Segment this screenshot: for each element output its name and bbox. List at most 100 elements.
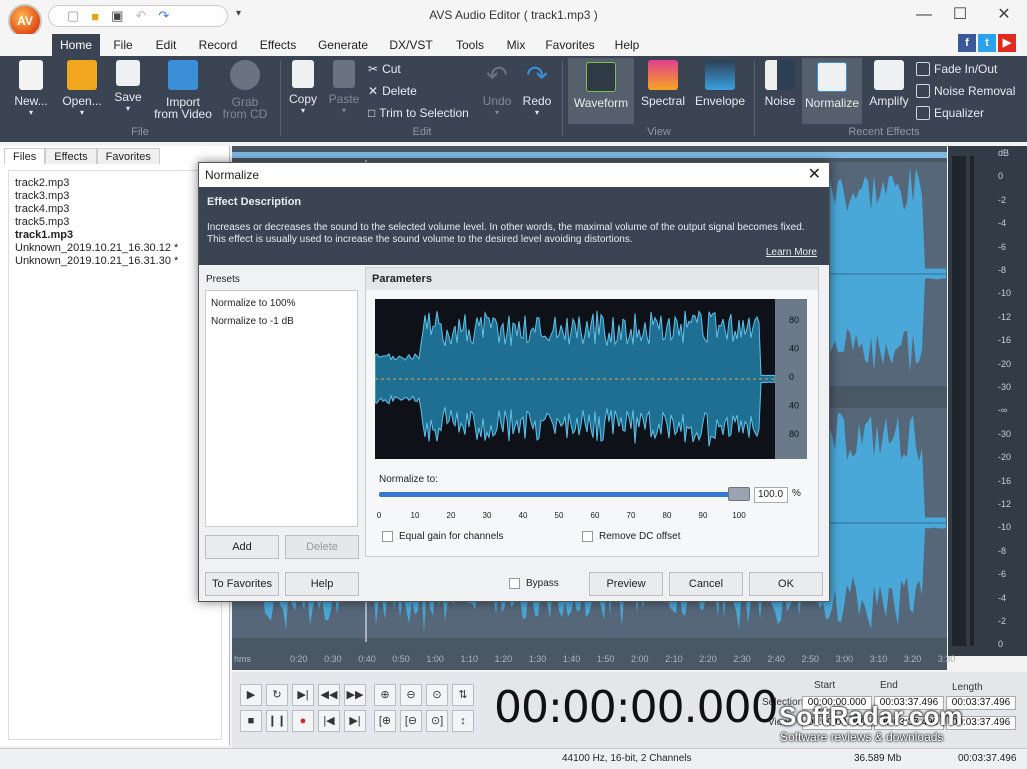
remove-dc-label: Remove DC offset — [599, 531, 681, 542]
tab-help[interactable]: Help — [610, 34, 644, 56]
noise-removal-button[interactable]: Noise Removal — [916, 84, 1015, 98]
ruler-tick-label: 3:20 — [903, 654, 922, 664]
tab-edit[interactable]: Edit — [148, 34, 184, 56]
normalize-slider[interactable] — [379, 492, 739, 497]
youtube-icon[interactable]: ▶ — [998, 34, 1016, 52]
cancel-button[interactable]: Cancel — [669, 572, 743, 596]
tab-files[interactable]: Files — [4, 148, 46, 164]
play-icon[interactable]: ▶ — [240, 684, 262, 706]
remove-dc-checkbox[interactable]: Remove DC offset — [582, 531, 681, 542]
delete-button[interactable]: ✕ Delete — [368, 84, 417, 98]
close-icon[interactable]: ✕ — [986, 4, 1022, 26]
new-button[interactable]: New... ▾ — [10, 60, 52, 117]
db-tick-label: -10 — [998, 288, 1012, 299]
tab-mix[interactable]: Mix — [502, 34, 530, 56]
fade-in-out-button[interactable]: Fade In/Out — [916, 62, 997, 76]
dialog-close-icon[interactable]: ✕ — [808, 165, 821, 185]
zoom-all-icon[interactable]: [⊖ — [400, 710, 422, 732]
tab-favorites[interactable]: Favorites — [542, 34, 598, 56]
equal-gain-checkbox[interactable]: Equal gain for channels — [382, 531, 504, 542]
minimize-icon[interactable]: — — [906, 4, 942, 26]
waveform-view-button[interactable]: Waveform — [568, 58, 634, 124]
ribbon-separator — [562, 60, 563, 136]
zoom-in-icon[interactable]: ⊕ — [374, 684, 396, 706]
tab-record[interactable]: Record — [194, 34, 242, 56]
rewind-icon[interactable]: ◀◀ — [318, 684, 340, 706]
tab-home[interactable]: Home — [52, 34, 100, 56]
delete-icon: ✕ — [368, 84, 379, 98]
equalizer-button[interactable]: Equalizer — [916, 106, 984, 120]
add-preset-button[interactable]: Add — [205, 535, 279, 559]
twitter-icon[interactable]: t — [978, 34, 996, 52]
normalize-slider-handle[interactable] — [728, 487, 750, 501]
ruler-tick-label: 0:50 — [392, 654, 410, 664]
pause-icon[interactable]: ❙❙ — [266, 710, 288, 732]
tab-dxvst[interactable]: DX/VST — [386, 34, 436, 56]
save-button[interactable]: Save ▾ — [110, 60, 146, 113]
checkbox-box[interactable] — [382, 531, 393, 542]
preset-item[interactable]: Normalize to 100% — [211, 295, 352, 313]
preset-item[interactable]: Normalize to -1 dB — [211, 313, 352, 331]
preview-button[interactable]: Preview — [589, 572, 663, 596]
to-favorites-button[interactable]: To Favorites — [205, 572, 279, 596]
tab-tools[interactable]: Tools — [450, 34, 490, 56]
envelope-view-button[interactable]: Envelope — [694, 60, 746, 108]
tab-effects[interactable]: Effects — [254, 34, 302, 56]
fast-forward-icon[interactable]: ▶▶ — [344, 684, 366, 706]
new-label: New... — [14, 94, 48, 108]
learn-more-link[interactable]: Learn More — [766, 247, 817, 258]
record-icon[interactable]: ● — [292, 710, 314, 732]
normalize-value-input[interactable]: 100.0 — [754, 487, 788, 503]
bypass-checkbox[interactable]: Bypass — [509, 578, 559, 589]
zoom-fit-icon[interactable]: [⊕ — [374, 710, 396, 732]
grab-from-cd-button[interactable]: Grab from CD — [220, 60, 270, 120]
fade-label: Fade In/Out — [934, 62, 998, 76]
checkbox-box[interactable] — [582, 531, 593, 542]
paste-button[interactable]: Paste ▾ — [326, 60, 362, 115]
zoom-selection-icon[interactable]: ⊙ — [426, 684, 448, 706]
tab-favorites-panel[interactable]: Favorites — [96, 148, 160, 164]
go-to-end-icon[interactable]: ▶| — [344, 710, 366, 732]
redo-button[interactable]: ↷ Redo ▾ — [520, 60, 554, 117]
file-list-item[interactable]: track4.mp3 — [15, 203, 215, 216]
go-to-start-icon[interactable]: |◀ — [318, 710, 340, 732]
db-tick-label: -8 — [998, 545, 1007, 556]
file-list-item[interactable]: track5.mp3 — [15, 216, 215, 229]
cut-button[interactable]: ✂ Cut — [368, 62, 401, 76]
tab-generate[interactable]: Generate — [314, 34, 372, 56]
zoom-reset-icon[interactable]: ⊙] — [426, 710, 448, 732]
file-list-item[interactable]: track2.mp3 — [15, 177, 215, 190]
normalize-button[interactable]: Normalize — [802, 58, 862, 124]
spectral-view-button[interactable]: Spectral — [638, 60, 688, 108]
file-list-item[interactable]: track1.mp3 — [15, 229, 215, 242]
zoom-vertical-icon[interactable]: ⇅ — [452, 684, 474, 706]
loop-icon[interactable]: ↻ — [266, 684, 288, 706]
delete-preset-button[interactable]: Delete — [285, 535, 359, 559]
trim-label: Trim to Selection — [379, 106, 469, 120]
open-button[interactable]: Open... ▾ — [60, 60, 104, 117]
ok-button[interactable]: OK — [749, 572, 823, 596]
facebook-icon[interactable]: f — [958, 34, 976, 52]
undo-button[interactable]: ↶ Undo ▾ — [480, 60, 514, 117]
tab-file[interactable]: File — [106, 34, 140, 56]
help-button[interactable]: Help — [285, 572, 359, 596]
play-to-end-icon[interactable]: ▶| — [292, 684, 314, 706]
file-list-item[interactable]: Unknown_2019.10.21_16.30.12 * — [15, 242, 215, 255]
time-ruler[interactable]: hms 0:20 0:30 0:40 0:50 1:00 1:10 1:20 1:30 1:40 1… — [232, 648, 955, 670]
file-list-item[interactable]: Unknown_2019.10.21_16.31.30 * — [15, 255, 215, 268]
maximize-icon[interactable]: ☐ — [942, 4, 978, 26]
watermark-title: SoftRadar.com — [779, 701, 963, 731]
zoom-vertical-out-icon[interactable]: ↕ — [452, 710, 474, 732]
selection-bar[interactable] — [232, 152, 947, 158]
file-list-item[interactable]: track3.mp3 — [15, 190, 215, 203]
normalize-label: Normalize — [804, 96, 859, 110]
noise-button[interactable]: Noise — [760, 60, 800, 108]
trim-to-selection-button[interactable]: □ Trim to Selection — [368, 106, 469, 120]
import-from-video-button[interactable]: Import from Video — [152, 60, 214, 120]
zoom-out-icon[interactable]: ⊖ — [400, 684, 422, 706]
copy-button[interactable]: Copy ▾ — [286, 60, 320, 115]
stop-icon[interactable]: ■ — [240, 710, 262, 732]
amplify-button[interactable]: Amplify — [866, 60, 912, 108]
tab-effects-panel[interactable]: Effects — [45, 148, 97, 164]
checkbox-box[interactable] — [509, 578, 520, 589]
